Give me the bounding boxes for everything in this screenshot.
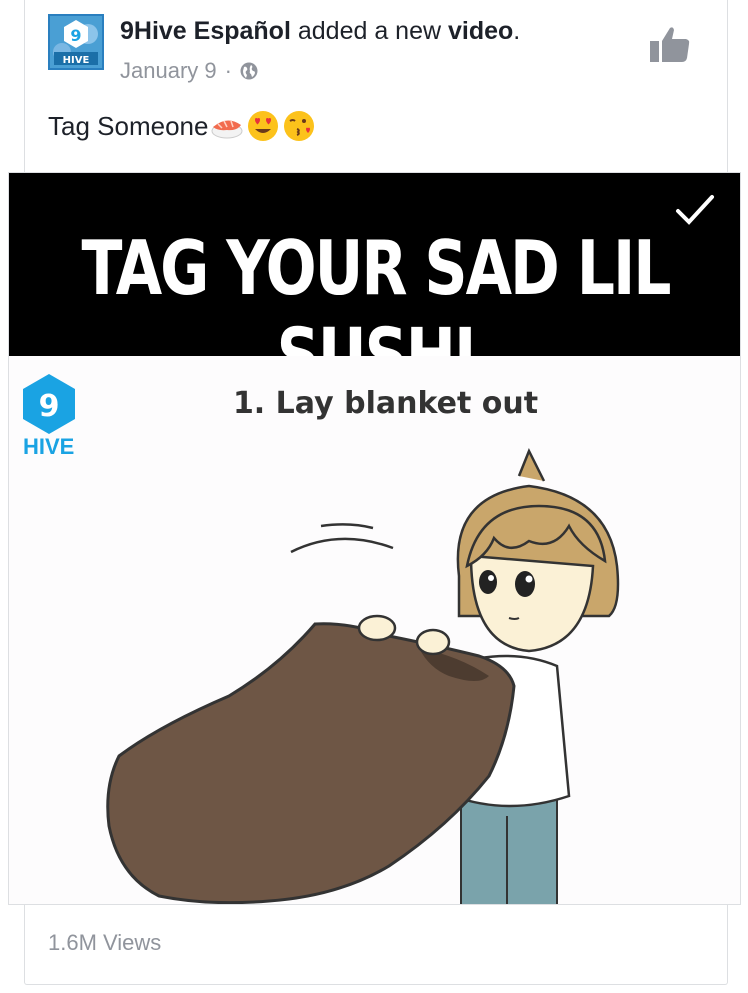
post-meta: January 9 ·	[120, 56, 258, 86]
post-header: 9Hive Español added a new video.	[120, 14, 620, 48]
avatar-label: HIVE	[63, 55, 90, 66]
video-link[interactable]: video	[448, 17, 513, 45]
action-period: .	[513, 17, 521, 45]
avatar-number: 9	[70, 26, 81, 45]
page-avatar[interactable]: 9 HIVE	[48, 14, 104, 70]
post-message: Tag Someone	[48, 111, 209, 141]
view-count: 1.6M Views	[48, 930, 162, 955]
heart-eyes-icon	[248, 111, 279, 141]
blanket-illustration	[106, 447, 620, 904]
page-name-link[interactable]: 9Hive Español	[120, 17, 291, 45]
kissing-face-icon	[284, 111, 315, 141]
meta-separator: ·	[224, 58, 232, 83]
post-date[interactable]: January 9	[120, 56, 217, 86]
globe-icon	[240, 62, 258, 80]
hive-logo-text: HIVE	[23, 434, 75, 459]
video-player[interactable]: TAG YOUR SAD LIL SUSHI	[8, 172, 741, 905]
video-banner: TAG YOUR SAD LIL SUSHI	[9, 173, 740, 400]
video-frame: 9 HIVE 1. Lay blanket out	[9, 356, 740, 904]
like-icon[interactable]	[648, 24, 692, 64]
checkmark-icon	[676, 195, 714, 225]
step-title: 1. Lay blanket out	[232, 386, 539, 421]
post-text: Tag Someone	[48, 108, 316, 144]
sushi-icon	[211, 120, 243, 139]
action-text: added a new	[297, 17, 442, 45]
